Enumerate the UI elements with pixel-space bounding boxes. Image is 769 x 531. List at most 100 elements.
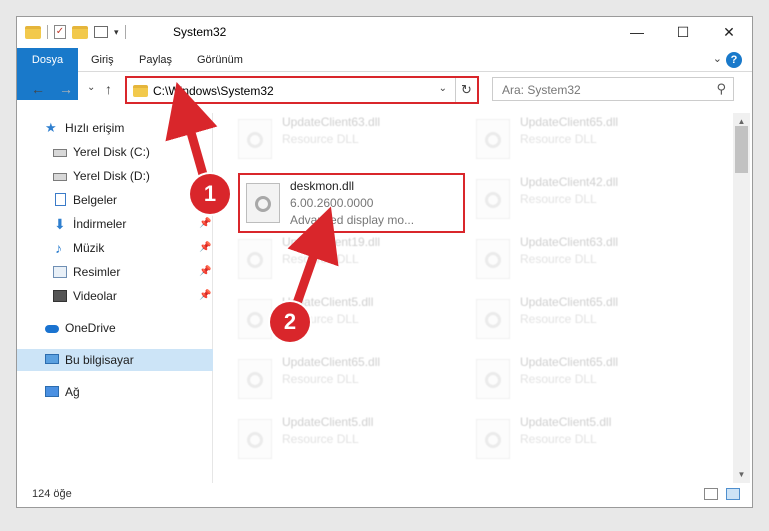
status-bar: 124 öğe [17,483,752,507]
sidebar-item-quick-access[interactable]: ★ Hızlı erişim [17,117,213,139]
file-type: Resource DLL [520,432,597,446]
dll-file-icon [238,299,272,339]
file-name: UpdateClient42.dll [520,175,619,189]
drive-icon [53,149,67,157]
scroll-down-arrow-icon[interactable]: ▼ [733,466,750,483]
up-arrow-icon[interactable]: ↑ [105,81,112,97]
file-version: 6.00.2600.0000 [290,196,374,210]
sidebar-item-label: Yerel Disk (C:) [73,145,150,159]
pin-icon[interactable]: 📌 [199,237,211,259]
dll-file-icon [476,419,510,459]
details-view-icon[interactable] [704,488,718,500]
file-item[interactable]: UpdateClient65.dll Resource DLL [472,353,700,405]
pictures-icon [53,266,67,278]
dll-file-icon [246,183,280,223]
network-icon [45,386,59,397]
folder-icon [25,25,41,39]
downloads-icon: ⬇ [54,216,66,232]
file-type: Resource DLL [520,312,597,326]
highlighted-file-item[interactable]: deskmon.dll 6.00.2600.0000 Advanced disp… [238,173,465,233]
address-bar[interactable]: C:\Windows\System32 ⌄ ↻ [125,76,479,104]
search-icon[interactable]: ⚲ [716,81,726,97]
step-badge-2: 2 [270,302,310,342]
navigation-bar: ← → ⌄ ↑ C:\Windows\System32 ⌄ ↻ Ara: Sys… [17,73,752,107]
file-item[interactable]: UpdateClient63.dll Resource DLL [472,233,700,285]
file-name: UpdateClient5.dll [282,415,374,429]
close-button[interactable]: ✕ [706,17,752,48]
search-input[interactable]: Ara: System32 ⚲ [492,77,734,101]
maximize-button[interactable]: ☐ [660,17,706,48]
properties-check-icon[interactable]: ✓ [54,25,66,39]
pin-icon[interactable]: 📌 [199,213,211,235]
sidebar-item-pictures[interactable]: Resimler 📌 [17,261,213,283]
file-type: Resource DLL [520,372,597,386]
star-icon: ★ [45,120,57,135]
file-list: UpdateClient63.dll Resource DLL UpdateCl… [214,113,732,483]
expand-ribbon-chevron-icon[interactable]: ⌄ [713,52,722,65]
file-type: Resource DLL [520,252,597,266]
sidebar-item-documents[interactable]: Belgeler 📌 [17,189,213,211]
address-path[interactable]: C:\Windows\System32 [153,84,274,98]
minimize-button[interactable]: — [614,17,660,48]
sidebar-item-label: Bu bilgisayar [65,353,134,367]
ribbon-tabs: Dosya Giriş Paylaş Görünüm ⌄ ? [17,48,752,100]
sidebar-item-disk-d[interactable]: Yerel Disk (D:) [17,165,213,187]
cloud-icon [45,325,59,333]
back-arrow-icon[interactable]: ← [31,81,45,97]
documents-icon [55,193,66,206]
forward-arrow-icon[interactable]: → [59,81,73,97]
file-item[interactable]: UpdateClient63.dll Resource DLL [234,113,462,165]
navigation-pane: ★ Hızlı erişim Yerel Disk (C:) Yerel Dis… [17,113,213,483]
sidebar-item-label: Hızlı erişim [65,121,125,135]
sidebar-item-videos[interactable]: Videolar 📌 [17,285,213,307]
dll-file-icon [476,239,510,279]
help-icon[interactable]: ? [726,52,742,68]
file-item[interactable]: UpdateClient19.dll Resource DLL [234,233,462,285]
tab-home[interactable]: Giriş [91,48,114,72]
new-folder-icon[interactable] [72,25,88,39]
sidebar-item-onedrive[interactable]: OneDrive [17,317,213,339]
tab-share[interactable]: Paylaş [139,48,172,72]
toolbar-divider [47,25,48,39]
view-properties-icon[interactable] [94,26,108,38]
file-item-deskmon[interactable]: deskmon.dll 6.00.2600.0000 Advanced disp… [242,177,470,229]
sidebar-item-label: İndirmeler [73,217,127,231]
refresh-icon[interactable]: ↻ [455,78,477,102]
file-item[interactable]: UpdateClient65.dll Resource DLL [472,293,700,345]
file-item[interactable]: UpdateClient65.dll Resource DLL [472,113,700,165]
window-controls: — ☐ ✕ [614,17,752,48]
dll-file-icon [238,359,272,399]
dll-file-icon [476,299,510,339]
dll-file-icon [238,119,272,159]
tab-view[interactable]: Görünüm [197,48,243,72]
folder-icon [133,85,148,97]
recent-locations-chevron-icon[interactable]: ⌄ [87,82,95,93]
sidebar-item-network[interactable]: Ağ [17,381,213,403]
file-item[interactable]: UpdateClient5.dll Resource DLL [472,413,700,465]
sidebar-item-label: Yerel Disk (D:) [73,169,150,183]
sidebar-item-this-pc[interactable]: Bu bilgisayar [17,349,213,371]
drive-icon [53,173,67,181]
customize-toolbar-dropdown-icon[interactable]: ▾ [114,27,119,38]
sidebar-item-music[interactable]: ♪ Müzik 📌 [17,237,213,259]
file-description: Advanced display mo... [290,213,415,227]
file-item[interactable]: UpdateClient65.dll Resource DLL [234,353,462,405]
item-count: 124 öğe [32,488,72,500]
file-type: Resource DLL [282,432,359,446]
computer-icon [45,354,59,364]
vertical-scrollbar[interactable]: ▲ ▼ [733,113,750,483]
address-dropdown-chevron-icon[interactable]: ⌄ [439,83,447,94]
file-item[interactable]: UpdateClient5.dll Resource DLL [234,413,462,465]
file-item[interactable]: UpdateClient5.dll Resource DLL [234,293,462,345]
file-item[interactable]: UpdateClient42.dll Resource DLL [472,173,700,225]
sidebar-item-label: OneDrive [65,321,116,335]
large-icons-view-icon[interactable] [726,488,740,500]
scrollbar-thumb[interactable] [735,126,748,173]
pin-icon[interactable]: 📌 [199,261,211,283]
sidebar-item-downloads[interactable]: ⬇ İndirmeler 📌 [17,213,213,235]
pin-icon[interactable]: 📌 [199,285,211,307]
dll-file-icon [476,119,510,159]
sidebar-item-disk-c[interactable]: Yerel Disk (C:) [17,141,213,163]
search-placeholder: Ara: System32 [502,83,581,97]
step-badge-1: 1 [190,174,230,214]
